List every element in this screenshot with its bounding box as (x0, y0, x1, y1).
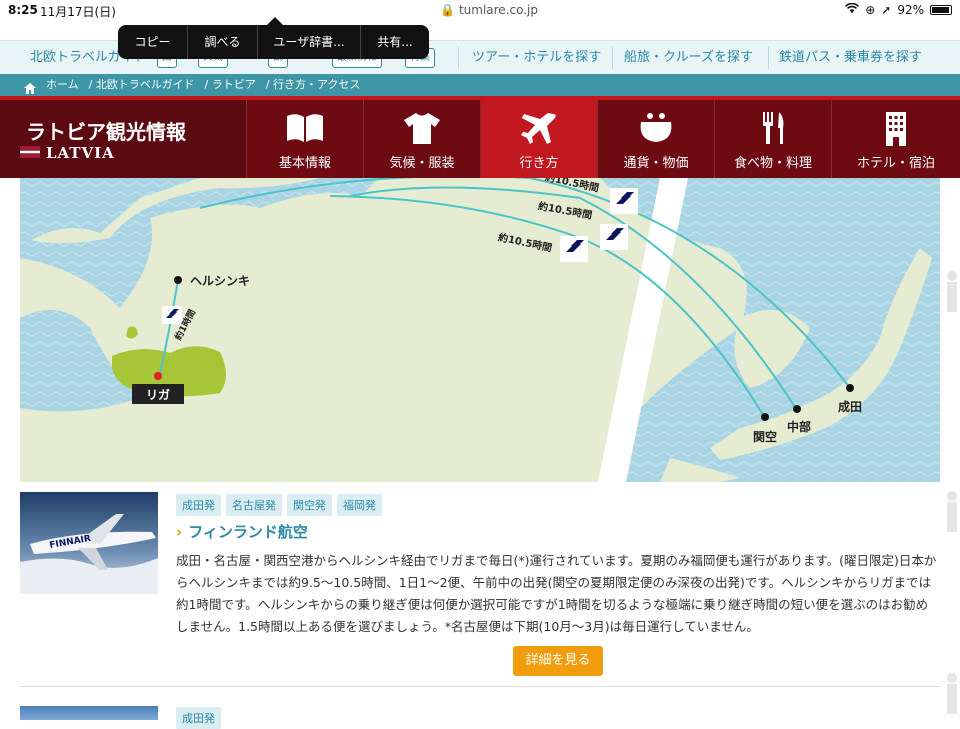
airline-card: FINNAIR 成田発 名古屋発 関空発 福岡発 › フィンランド航空 成田・名古… (20, 492, 940, 686)
text-context-menu: コピー 調べる ユーザ辞書... 共有... (118, 17, 429, 59)
tab-label: 気候・服装 (389, 156, 455, 171)
address-bar[interactable]: 🔒 tumlare.co.jp (440, 3, 538, 17)
nav-link-tours[interactable]: ツアー・ホテルを探す (472, 41, 601, 75)
finnair-logo-icon (560, 236, 588, 262)
nav-divider (612, 47, 613, 69)
tab-access[interactable]: 行き方 (480, 100, 597, 178)
location-icon: ➚ (881, 3, 892, 17)
wifi-icon (845, 2, 860, 17)
shirt-icon (404, 113, 440, 144)
tab-hotel[interactable]: ホテル・宿泊 (831, 100, 960, 178)
route-map-illustration (20, 178, 940, 482)
details-button[interactable]: 詳細を見る (513, 646, 603, 676)
decorative-figure-icon (944, 490, 960, 538)
home-icon (24, 80, 36, 94)
airline-title-text: フィンランド航空 (188, 523, 308, 541)
city-narita: 成田 (838, 400, 863, 414)
airplane-photo: FINNAIR (20, 492, 158, 594)
battery-percent: 92% (897, 3, 924, 17)
page-title: ラトビア観光情報 (26, 120, 186, 144)
section-divider (20, 686, 940, 687)
tab-currency[interactable]: 通貨・物価 (597, 100, 714, 178)
decorative-figure-icon (944, 672, 960, 720)
city-chubu: 中部 (787, 420, 812, 434)
brand-area[interactable]: ラトビア観光情報 LATVIA (0, 100, 246, 178)
nav-divider (458, 47, 459, 69)
city-helsinki: ヘルシンキ (190, 274, 251, 288)
nav-link-cruises[interactable]: 船旅・クルーズを探す (624, 41, 753, 75)
tab-label: 食べ物・料理 (733, 156, 812, 171)
building-icon (886, 112, 906, 146)
cutlery-icon (763, 112, 784, 144)
status-time: 8:25 (8, 3, 38, 17)
city-kansai: 関空 (753, 430, 778, 444)
tag-nagoya: 名古屋発 (226, 494, 282, 516)
menu-item-share[interactable]: 共有... (361, 25, 429, 59)
tag-fukuoka: 福岡発 (337, 494, 382, 516)
finnair-logo-icon (600, 224, 628, 250)
latvia-flag-icon (20, 146, 40, 158)
tag-narita: 成田発 (176, 707, 221, 729)
departure-tags: 成田発 名古屋発 関空発 福岡発 (176, 494, 382, 516)
lock-icon: 🔒 (440, 3, 455, 17)
city-riga: リガ (145, 388, 170, 402)
tab-climate[interactable]: 気候・服装 (363, 100, 480, 178)
purse-icon (640, 113, 672, 142)
tab-label: 基本情報 (278, 156, 331, 171)
status-date: 11月17日(日) (40, 5, 116, 19)
menu-item-lookup[interactable]: 調べる (188, 25, 258, 59)
nav-divider (768, 47, 769, 69)
battery-fill (932, 7, 949, 13)
country-name: LATVIA (46, 144, 115, 162)
tab-label: ホテル・宿泊 (856, 156, 935, 171)
country-header: ラトビア観光情報 LATVIA 基本情報 気候・服装 行き方 通貨・物価 食べ物… (0, 100, 960, 178)
nav-link-rail[interactable]: 鉄道パス・乗車券を探す (779, 41, 922, 75)
breadcrumb-latvia[interactable]: / ラトビア (205, 74, 256, 96)
url-text: tumlare.co.jp (458, 3, 539, 17)
battery-icon (930, 5, 952, 15)
tag-narita: 成田発 (176, 494, 221, 516)
route-map: ヘルシンキ リガ 成田 中部 関空 約10.5時間 約10.5時間 約10.5時… (20, 178, 940, 482)
airline-description: 成田・名古屋・関西空港からヘルシンキ経由でリガまで毎日(*)運行されています。夏… (176, 553, 937, 634)
airline-title[interactable]: › フィンランド航空 (176, 521, 308, 542)
chevron-right-icon: › (176, 523, 183, 541)
tab-food[interactable]: 食べ物・料理 (714, 100, 831, 178)
book-icon (287, 114, 323, 142)
breadcrumb: ホーム / 北欧トラベルガイド / ラトビア / 行き方・アクセス (0, 74, 960, 96)
breadcrumb-home[interactable]: ホーム (46, 74, 79, 96)
tab-label: 行き方 (519, 156, 559, 171)
orientation-lock-icon: ⊕ (865, 3, 876, 17)
airplane-icon (521, 113, 556, 144)
tab-basic-info[interactable]: 基本情報 (246, 100, 363, 178)
breadcrumb-access: / 行き方・アクセス (265, 78, 361, 91)
card-photo (20, 706, 158, 720)
status-bar: 8:25 11月17日(日) 🔒 tumlare.co.jp ⊕ ➚ 92% (0, 0, 960, 22)
menu-item-copy[interactable]: コピー (118, 25, 188, 59)
tag-kansai: 関空発 (287, 494, 332, 516)
breadcrumb-guide[interactable]: / 北欧トラベルガイド (89, 74, 195, 96)
menu-item-user-dictionary[interactable]: ユーザ辞書... (258, 25, 361, 59)
decorative-figure-icon (944, 270, 960, 318)
tab-label: 通貨・物価 (623, 156, 689, 171)
finnair-logo-icon (610, 188, 638, 214)
status-indicators: ⊕ ➚ 92% (845, 2, 952, 17)
